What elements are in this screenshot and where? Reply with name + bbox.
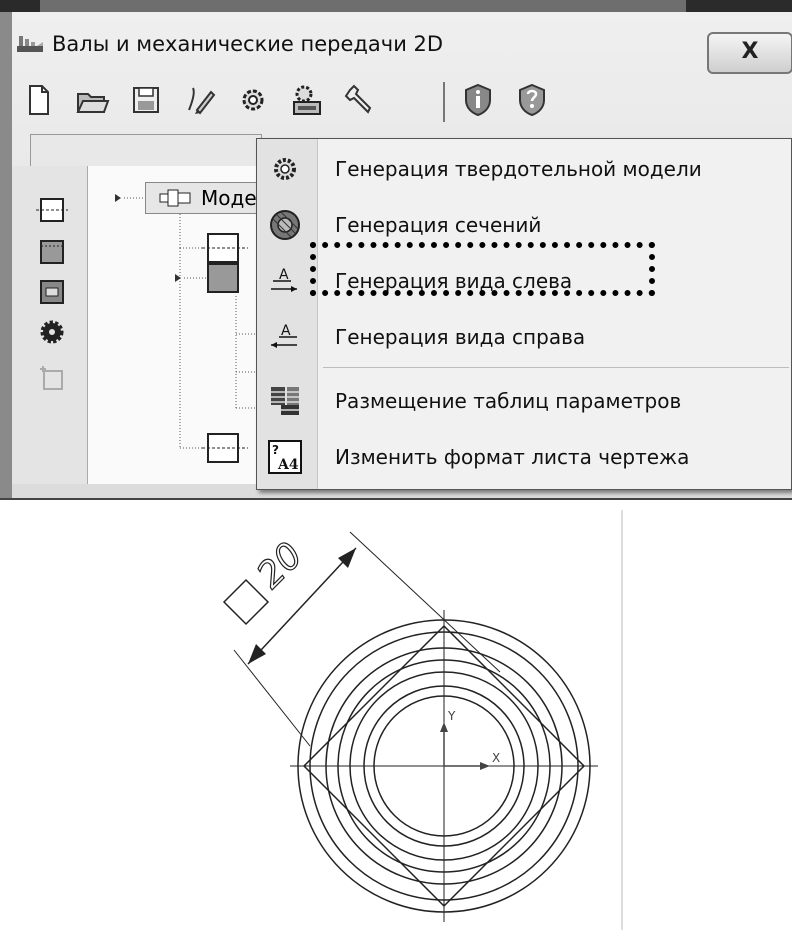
gear-print-icon[interactable] [286,80,326,120]
window-title: Валы и механические передачи 2D [52,32,444,56]
info-shield-icon[interactable] [458,80,498,120]
menu-item-label: Генерация вида справа [335,325,586,349]
svg-text:?: ? [272,443,279,457]
add-element-icon [40,366,63,390]
open-folder-icon[interactable] [72,80,112,120]
gear-solid-icon [274,158,296,180]
title-bar[interactable]: Валы и механические передачи 2D X [12,20,792,74]
menu-item-label: Изменить формат листа чертежа [335,445,690,469]
shaft-hatched-inner-icon[interactable] [36,276,68,308]
sheet-format-icon: ? A4 [268,440,302,474]
wrench-icon[interactable] [340,80,380,120]
dimension-value: 20 [249,535,310,596]
shaft-model-icon [159,189,191,207]
edit-pencil-icon[interactable] [181,80,221,120]
toolbar-separator [443,82,445,122]
gear-wheel-icon[interactable] [36,316,68,348]
background-window-part-right [686,0,792,12]
tree-root-node[interactable]: Моде [145,182,260,214]
view-right-arrow-icon: A [271,323,297,348]
context-menu: Генерация твердотельной модели Генерация… [256,138,792,490]
help-shield-icon[interactable] [512,80,552,120]
axis-y-label: Y [447,709,456,723]
menu-item-parameter-tables[interactable]: Размещение таблиц параметров [257,373,791,429]
shaft-left-view-drawing: 20 Y X [222,510,623,930]
gear-model-icon[interactable] [233,80,273,120]
app-logo-icon [17,36,43,52]
close-button[interactable]: X [707,32,792,74]
menu-item-label: Размещение таблиц параметров [335,389,682,413]
left-tool-panel [12,166,88,484]
menu-item-solid-model[interactable]: Генерация твердотельной модели [257,141,791,197]
sheet-format-text: A4 [277,457,299,473]
shaft-hatched-icon[interactable] [36,236,68,268]
highlight-frame [310,242,655,296]
menu-item-label: Генерация твердотельной модели [335,157,702,181]
new-document-icon[interactable] [18,80,58,120]
background-window-part [0,0,40,12]
shaft-cylinder-icon[interactable] [36,194,68,226]
background-window-strip [0,0,792,12]
section-circle-icon [270,210,300,240]
axis-x-label: X [492,751,500,765]
tree-root-label: Моде [201,186,257,210]
menu-item-right-view[interactable]: A Генерация вида справа [257,309,791,365]
menu-item-sheet-format[interactable]: ? A4 Изменить формат листа чертежа [257,429,791,485]
menu-separator [323,367,789,368]
view-left-arrow-icon: A [271,267,297,292]
save-icon[interactable] [126,80,166,120]
toolbar [18,76,782,128]
table-icon [271,387,299,415]
command-field[interactable] [30,134,262,170]
